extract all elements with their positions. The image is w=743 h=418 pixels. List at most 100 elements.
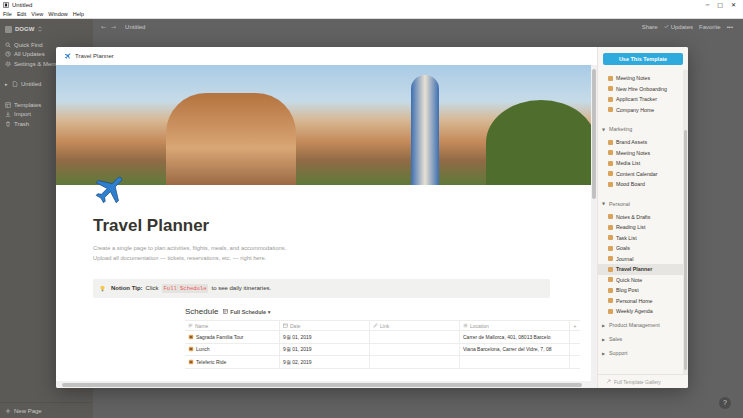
window-control[interactable]: ─ — [706, 0, 710, 9]
text-lines-icon — [188, 323, 193, 328]
table-header: Name Date Link Location + — [185, 320, 580, 331]
template-item[interactable]: Quick Note — [598, 275, 683, 286]
template-icon — [608, 277, 613, 282]
template-category[interactable]: ▼ Personal — [598, 199, 683, 209]
column-header[interactable]: Link — [370, 321, 460, 330]
template-icon — [608, 246, 613, 251]
template-item[interactable]: Travel Planner — [598, 264, 683, 275]
help-button[interactable]: ? — [719, 397, 731, 409]
nav-button[interactable]: → — [111, 23, 116, 30]
table-icon — [223, 309, 228, 314]
template-item[interactable]: Personal Home — [598, 296, 683, 307]
template-item[interactable]: Applicant Tracker — [598, 94, 683, 105]
calendar-icon — [283, 323, 288, 328]
nav-button[interactable]: ← — [101, 23, 106, 30]
view-selector[interactable]: Full Schedule ▾ — [223, 309, 270, 315]
template-item[interactable]: Company Home — [598, 105, 683, 116]
cover-image — [56, 65, 591, 185]
template-item[interactable]: New Hire Onboarding — [598, 84, 683, 95]
link-icon — [373, 323, 378, 328]
workspace-switcher[interactable]: DOGW — [0, 22, 93, 36]
table-row[interactable]: Sagrada Familia Tour 9월 01, 2019 Carrer … — [185, 331, 580, 344]
topbar-action[interactable]: Share — [642, 24, 658, 30]
airplane-icon — [93, 171, 129, 207]
page-emoji-icon — [188, 334, 194, 340]
top-bar: ← → Untitled Share Updates Favorite ••• — [93, 19, 743, 34]
gallery-icon — [606, 379, 611, 384]
full-gallery-link[interactable]: Full Template Gallery — [598, 374, 688, 388]
workspace-avatar-icon — [5, 26, 12, 33]
column-header[interactable]: Location — [460, 321, 570, 330]
template-item[interactable]: Task List — [598, 233, 683, 244]
template-item[interactable]: Blog Post — [598, 285, 683, 296]
light-bulb-icon — [99, 285, 106, 292]
preview-header: Travel Planner — [56, 47, 597, 65]
column-header[interactable]: Name — [185, 321, 280, 330]
add-column-button[interactable]: + — [570, 321, 580, 330]
topbar-action[interactable]: ••• — [727, 24, 733, 30]
template-icon — [608, 225, 613, 230]
new-page-button[interactable]: New Page — [0, 402, 93, 418]
menu-item[interactable]: View — [31, 10, 43, 18]
callout: Notion Tip: Click Full Schedule to see d… — [93, 279, 550, 298]
menu-bar: File Edit View Window Help — [0, 9, 743, 19]
horizontal-scrollbar[interactable] — [56, 381, 597, 388]
template-icon — [608, 298, 613, 303]
template-item[interactable]: Goals — [598, 243, 683, 254]
topbar-action[interactable]: Favorite — [699, 24, 721, 30]
menu-item[interactable]: Help — [73, 10, 84, 18]
template-category[interactable]: ▶ Support — [598, 348, 683, 359]
template-item[interactable]: Notes & Drafts — [598, 212, 683, 223]
template-icon — [608, 171, 613, 176]
template-icon — [608, 267, 613, 272]
window-control[interactable]: □ — [717, 0, 723, 9]
schedule-database: Schedule Full Schedule ▾ Name Date Link … — [185, 306, 591, 369]
page-title: Travel Planner — [93, 216, 591, 236]
template-icon — [608, 235, 613, 240]
table-row[interactable]: Lunch 9월 01, 2019 Viana Barcelona, Carre… — [185, 344, 580, 357]
column-header[interactable]: Date — [280, 321, 370, 330]
template-icon — [608, 76, 613, 81]
breadcrumb[interactable]: Untitled — [125, 24, 145, 30]
template-item[interactable]: Reading List — [598, 222, 683, 233]
template-category[interactable]: ▶ Product Management — [598, 320, 683, 331]
topbar-action[interactable]: Updates — [664, 24, 693, 30]
title-bar: Untitled ─ □ ✕ — [0, 0, 743, 9]
notion-logo-icon — [3, 2, 9, 8]
check-icon — [664, 24, 669, 29]
template-item[interactable]: Media List — [598, 158, 683, 169]
window-control[interactable]: ✕ — [731, 0, 736, 9]
template-category[interactable]: ▶ Sales — [598, 334, 683, 345]
template-item[interactable]: Content Calendar — [598, 169, 683, 180]
template-item[interactable]: Mood Board — [598, 179, 683, 190]
text-icon — [463, 323, 468, 328]
trash-icon — [5, 121, 11, 127]
template-icon — [5, 102, 11, 108]
template-scrollbar[interactable] — [683, 70, 688, 374]
template-item[interactable]: Meeting Notes — [598, 148, 683, 159]
use-template-button[interactable]: Use This Template — [603, 53, 683, 65]
template-icon — [608, 182, 613, 187]
workspace-name: DOGW — [15, 26, 34, 32]
template-item[interactable]: Journal — [598, 254, 683, 265]
inline-code: Full Schedule — [162, 284, 209, 293]
clock-icon — [5, 51, 11, 57]
template-category[interactable]: ▼ Marketing — [598, 124, 683, 134]
template-item[interactable]: Meeting Notes — [598, 73, 683, 84]
template-icon — [608, 256, 613, 261]
menu-item[interactable]: Window — [48, 10, 68, 18]
cover-tower — [411, 75, 439, 185]
template-item[interactable]: Brand Assets — [598, 137, 683, 148]
template-icon — [608, 150, 613, 155]
page-emoji-icon — [188, 346, 194, 352]
menu-item[interactable]: Edit — [17, 10, 26, 18]
expand-arrow-icon[interactable]: ▸ — [5, 81, 9, 87]
menu-item[interactable]: File — [3, 10, 12, 18]
template-item[interactable]: Weekly Agenda — [598, 306, 683, 317]
template-gallery-modal: Travel Planner Travel Planner Create a s… — [56, 47, 688, 388]
airplane-icon — [64, 52, 72, 60]
window-title: Untitled — [12, 2, 32, 8]
table-row[interactable]: Teleferic Ride 9월 02, 2019 — [185, 356, 580, 369]
template-preview: Travel Planner Travel Planner Create a s… — [56, 47, 597, 388]
database-title: Schedule — [185, 307, 218, 316]
